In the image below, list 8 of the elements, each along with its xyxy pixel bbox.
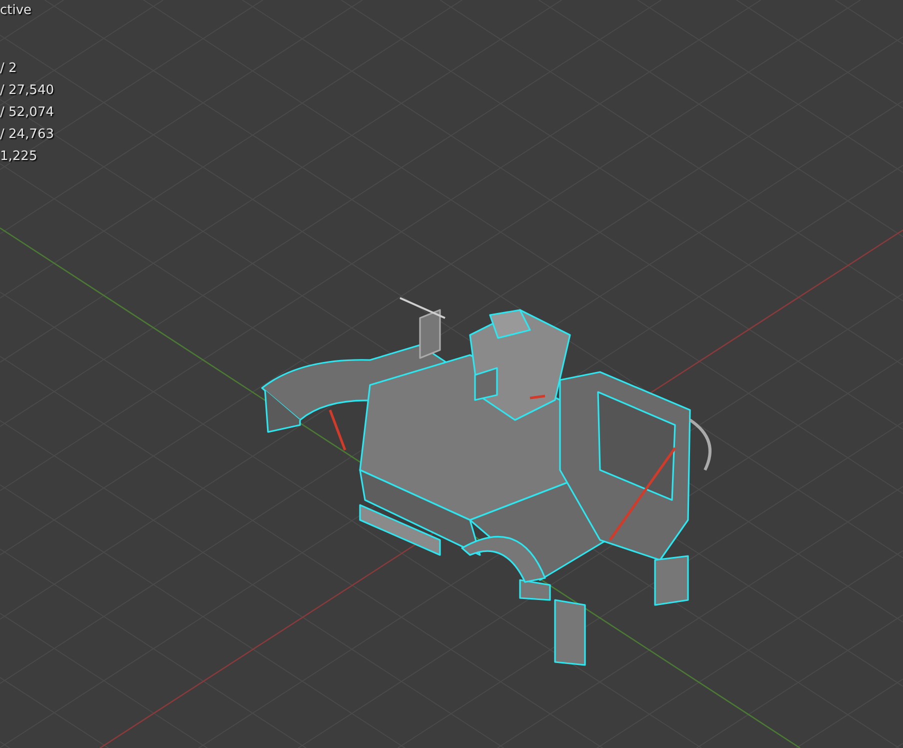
scene-statistic: / 2 bbox=[0, 60, 18, 78]
vehicle-wireframe-drawing[interactable] bbox=[261, 297, 712, 666]
scene-statistic: 1,225 bbox=[0, 148, 38, 166]
scene-statistic: / 27,540 bbox=[0, 82, 54, 100]
viewport-mode-label: ctive bbox=[0, 2, 33, 20]
scene-statistic: / 24,763 bbox=[0, 126, 54, 144]
3d-viewport[interactable]: ctive / 2 / 27,540 / 52,074 / 24,763 1,225 bbox=[0, 0, 903, 748]
scene-statistic: / 52,074 bbox=[0, 104, 54, 122]
